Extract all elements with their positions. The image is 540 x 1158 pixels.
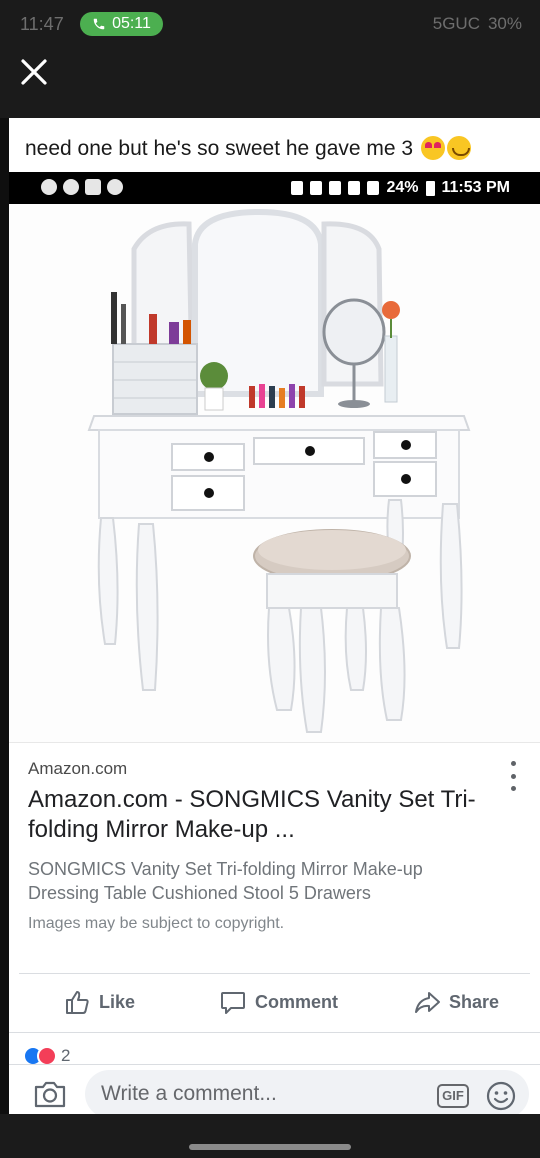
status-bar: 11:47 05:11 5GUC 30%	[0, 0, 540, 48]
status-time: 11:47	[20, 14, 64, 34]
alarm-icon	[348, 181, 361, 195]
embedded-status-bar: 24% 11:53 PM	[9, 172, 540, 204]
like-label: Like	[99, 991, 136, 1012]
divider	[19, 973, 530, 974]
share-button[interactable]: Share	[413, 988, 499, 1016]
heart-eyes-emoji-icon	[420, 136, 445, 160]
like-icon	[66, 991, 89, 1014]
result-site: Amazon.com	[28, 759, 128, 778]
signal-icon	[367, 181, 380, 195]
post-caption: need one but he's so sweet he gave me 3	[9, 118, 540, 172]
reaction-count: 2	[61, 1046, 71, 1065]
reaction-summary[interactable]: 2	[23, 1046, 70, 1066]
comment-icon	[221, 992, 245, 1014]
camera-icon[interactable]	[33, 1079, 67, 1109]
wifi-icon	[107, 179, 123, 195]
google-icon	[63, 179, 79, 195]
mute-icon	[329, 181, 342, 195]
result-title[interactable]: Amazon.com - SONGMICS Vanity Set Tri-fol…	[28, 785, 498, 845]
product-image[interactable]	[9, 204, 540, 742]
bluetooth-icon	[291, 181, 304, 195]
battery-icon	[425, 180, 435, 196]
caption-text: need one but he's so sweet he gave me 3	[25, 137, 414, 160]
nfc-icon	[310, 181, 323, 195]
emoji-icon[interactable]	[485, 1080, 517, 1112]
ongoing-call-pill[interactable]: 05:11	[80, 12, 163, 36]
status-indicators: 5GUC 30%	[433, 14, 522, 34]
battery-percent: 30%	[487, 14, 522, 33]
close-icon[interactable]	[18, 56, 50, 88]
love-reaction-icon	[37, 1046, 57, 1066]
embedded-status-right: 24% 11:53 PM	[291, 179, 510, 197]
vanity-set-illustration	[9, 204, 540, 742]
comment-button[interactable]: Comment	[219, 988, 338, 1016]
share-icon	[415, 992, 440, 1013]
gallery-icon	[85, 179, 101, 195]
result-description: SONGMICS Vanity Set Tri-folding Mirror M…	[28, 859, 423, 903]
like-button[interactable]: Like	[63, 988, 135, 1016]
more-options-icon[interactable]	[508, 761, 518, 791]
share-label: Share	[449, 991, 500, 1012]
messenger-icon	[41, 179, 57, 195]
phone-icon	[93, 18, 105, 30]
call-duration: 05:11	[112, 15, 151, 32]
embedded-time: 11:53 PM	[441, 179, 510, 196]
comment-composer: GIF	[9, 1064, 540, 1118]
search-result-card[interactable]: Amazon.com Amazon.com - SONGMICS Vanity …	[9, 742, 540, 960]
gif-button[interactable]: GIF	[437, 1084, 469, 1108]
copyright-note: Images may be subject to copyright.	[28, 915, 285, 932]
notification-icons	[41, 179, 123, 195]
system-nav-bar	[0, 1114, 540, 1158]
smiling-emoji-icon	[446, 136, 471, 160]
embedded-battery-percent: 24%	[386, 179, 419, 196]
caption-line: need one but he's so sweet he gave me 3	[25, 136, 471, 161]
comment-label: Comment	[255, 991, 339, 1012]
viewer-top-bar	[0, 48, 540, 118]
home-indicator[interactable]	[189, 1144, 351, 1150]
post-actions: Like Comment Share 2	[9, 960, 540, 1066]
network-label: 5GUC	[432, 14, 480, 33]
divider	[9, 1032, 540, 1033]
